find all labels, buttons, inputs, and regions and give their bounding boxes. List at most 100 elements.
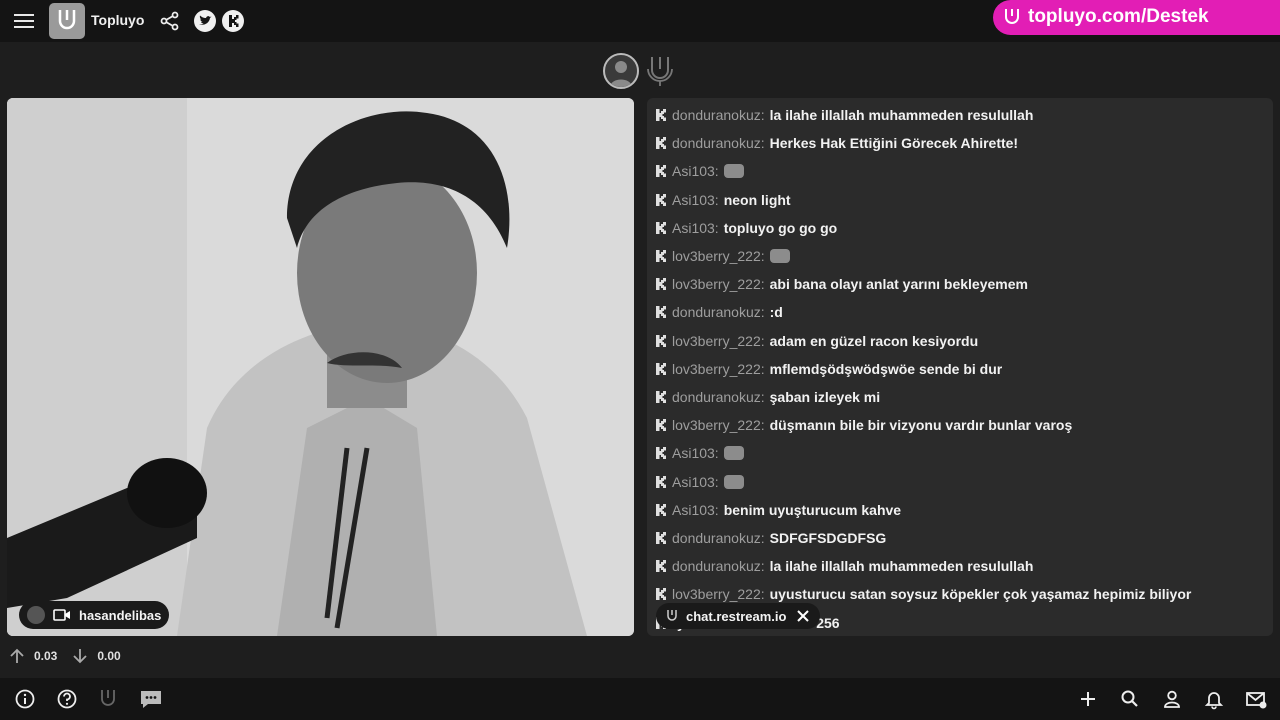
kick-badge-icon: [656, 475, 666, 488]
chat-message: donduranokuz: Herkes Hak Ettiğini Görecek…: [655, 132, 1018, 154]
help-icon[interactable]: [56, 688, 78, 710]
chat-message-text: uyusturucu satan soysuz köpekler çok yaş…: [769, 586, 1192, 603]
kick-badge-icon: [656, 250, 666, 262]
speaker-avatar[interactable]: [603, 53, 639, 89]
chat-message: Asi103: topluyo go go go: [655, 217, 837, 239]
kick-badge-icon: [656, 278, 666, 291]
kick-badge-icon: [656, 306, 666, 319]
user-icon[interactable]: [1161, 688, 1183, 710]
chat-message: donduranokuz::d: [655, 301, 783, 323]
add-icon[interactable]: [1077, 688, 1099, 710]
kick-badge-icon: [656, 419, 666, 432]
chat-username[interactable]: lov3berry_222:: [672, 248, 765, 264]
chat-message: Asi103:: [655, 471, 744, 493]
kick-badge-icon: [656, 588, 666, 601]
network-stats: 0.03 0.00: [8, 646, 135, 666]
chat-message: Asi103:: [655, 160, 744, 182]
chat-message-text: mflemdşödşwödşwöe sende bi dur: [769, 360, 1003, 377]
topluyo-smile-icon: [1005, 9, 1019, 24]
chat-message-text: adam en güzel racon kesiyordu: [769, 332, 979, 349]
topluyo-logo[interactable]: [49, 3, 85, 39]
kick-badge-icon: [656, 109, 666, 121]
bottom-bar: [0, 678, 1280, 720]
camera-icon: [53, 609, 70, 621]
video-player[interactable]: hasandelibas: [7, 98, 634, 636]
chat-username[interactable]: Asi103:: [672, 445, 719, 461]
chat-message: lov3berry_222: adam en güzel racon kesiyo…: [655, 330, 978, 352]
kick-badge-icon: [656, 447, 666, 460]
chat-emote: [769, 249, 790, 263]
mail-icon[interactable]: [1245, 688, 1267, 710]
download-rate: 0.00: [97, 649, 121, 663]
chat-username[interactable]: donduranokuz:: [672, 558, 765, 574]
chat-message: lov3berry_222: mflemdşödşwödşwöe sende bi…: [655, 358, 1002, 380]
chat-username[interactable]: Asi103:: [672, 502, 719, 518]
bell-icon[interactable]: [1203, 688, 1225, 710]
chat-icon[interactable]: [139, 687, 163, 711]
kick-badge-icon: [656, 560, 666, 573]
chat-username[interactable]: donduranokuz:: [672, 530, 765, 546]
top-bar: Topluyo topluyo.com/Destek: [0, 0, 1280, 42]
kick-badge-icon: [656, 221, 666, 234]
chat-source-tag: chat.restream.io: [656, 603, 821, 629]
chat-username[interactable]: lov3berry_222:: [672, 586, 765, 602]
chat-emote: [723, 474, 744, 489]
chat-username[interactable]: lov3berry_222:: [672, 361, 765, 377]
chat-message: lov3berry_222: düşmanın bile bir vizyonu …: [655, 414, 1072, 436]
kick-badge-icon: [656, 362, 666, 375]
chat-username[interactable]: donduranokuz:: [672, 107, 765, 123]
kick-badge-icon: [656, 391, 666, 403]
chat-message-text: topluyo go go go: [723, 219, 838, 236]
kick-badge-icon: [656, 165, 666, 178]
chat-message-text: la ilahe illallah muhammeden resulullah: [769, 107, 1034, 123]
chat-message: donduranokuz: şaban izleyek mi: [655, 386, 880, 408]
streamer-tag[interactable]: hasandelibas: [19, 601, 170, 629]
chat-message: Asi103: benim uyuşturucum kahve: [655, 499, 901, 521]
chat-message-text: düşmanın bile bir vizyonu vardır bunlar …: [769, 417, 1073, 434]
chat-message: donduranokuz: SDFGFSDGDFSG: [655, 527, 886, 549]
menu-icon[interactable]: [14, 12, 34, 30]
download-arrow-icon: [73, 649, 87, 664]
kick-badge-icon: [656, 334, 666, 347]
support-link-banner[interactable]: topluyo.com/Destek: [993, 0, 1280, 35]
chat-username[interactable]: donduranokuz:: [672, 304, 765, 320]
chat-emote: [723, 164, 744, 179]
chat-message: lov3berry_222: abi bana olayı anlat yarın…: [655, 273, 1028, 295]
streamer-name[interactable]: hasandelibas: [79, 608, 161, 623]
twitter-icon[interactable]: [194, 10, 216, 32]
chat-username[interactable]: donduranokuz:: [672, 389, 765, 405]
app-title[interactable]: Topluyo: [91, 12, 144, 28]
info-icon[interactable]: [14, 688, 36, 710]
chat-emote: [723, 446, 744, 461]
chat-username[interactable]: Asi103:: [672, 474, 719, 490]
chat-message-text: benim uyuşturucum kahve: [723, 501, 902, 518]
chat-message: Asi103:: [655, 442, 744, 464]
chat-message-text: neon light: [723, 191, 791, 208]
topluyo-small-icon: [667, 610, 677, 621]
chat-username[interactable]: Asi103:: [672, 220, 719, 236]
chat-username[interactable]: Asi103:: [672, 163, 719, 179]
chat-username[interactable]: lov3berry_222:: [672, 333, 765, 349]
kick-badge-icon: [656, 532, 666, 544]
chat-message: Asi103: neon light: [655, 189, 791, 211]
search-icon[interactable]: [1119, 688, 1141, 710]
chat-message: lov3berry_222:: [655, 245, 790, 267]
chat-username[interactable]: lov3berry_222:: [672, 417, 765, 433]
chat-message-text: abi bana olayı anlat yarını bekleyemem: [769, 276, 1028, 293]
chat-username[interactable]: Asi103:: [672, 192, 719, 208]
chat-panel[interactable]: donduranokuz: la ilahe illallah muhammede…: [647, 98, 1273, 636]
chat-message: donduranokuz: la ilahe illallah muhammede…: [655, 555, 1033, 577]
chat-message: donduranokuz: la ilahe illallah muhammede…: [655, 104, 1033, 126]
microphone-icon[interactable]: [643, 53, 677, 89]
kick-badge-icon: [656, 503, 666, 516]
topluyo-icon[interactable]: [97, 688, 119, 710]
close-icon[interactable]: [796, 609, 810, 623]
kick-icon[interactable]: [222, 10, 244, 32]
kick-badge-icon: [656, 137, 666, 150]
chat-message-text: la ilahe illallah muhammeden resulullah: [769, 558, 1034, 575]
support-link-text[interactable]: topluyo.com/Destek: [1028, 6, 1209, 28]
chat-source-label: chat.restream.io: [686, 608, 787, 624]
share-icon[interactable]: [159, 10, 181, 32]
chat-username[interactable]: lov3berry_222:: [672, 276, 765, 292]
chat-username[interactable]: donduranokuz:: [672, 135, 765, 151]
